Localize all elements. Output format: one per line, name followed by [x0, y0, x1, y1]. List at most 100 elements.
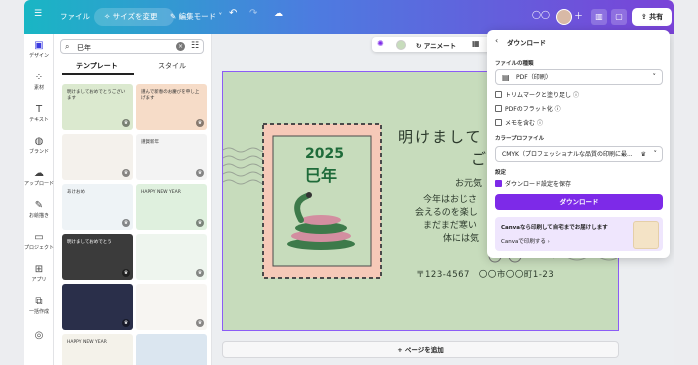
crown-icon: ♛ — [122, 169, 130, 177]
card-body-line: お元気 — [455, 179, 483, 189]
position-icon[interactable]: ▦ — [472, 39, 480, 48]
crown-icon: ♛ — [196, 269, 204, 277]
template-thumbnail[interactable]: ♛ — [62, 284, 133, 330]
redo-icon[interactable]: ↷ — [249, 8, 257, 19]
back-chevron-icon[interactable]: ‹ — [495, 36, 498, 45]
sidebar-item-elements[interactable]: ⁘ 素材 — [24, 72, 54, 91]
sidebar-item-brand[interactable]: ◍ ブランド — [24, 136, 54, 155]
sidebar-item-draw[interactable]: ✎ お絵描き — [24, 200, 54, 219]
menu-icon[interactable]: ☰ — [34, 9, 42, 19]
filter-icon[interactable]: ☷ — [191, 41, 199, 51]
checkbox-save-settings[interactable]: ダウンロード設定を保存 — [495, 179, 571, 188]
tab-templates[interactable]: テンプレート — [76, 61, 118, 71]
bg-color-swatch[interactable] — [396, 40, 406, 50]
template-thumbnail-text: HAPPY NEW YEAR — [141, 190, 181, 195]
undo-icon[interactable]: ↶ — [229, 8, 237, 19]
template-thumbnail[interactable]: ♛ — [62, 134, 133, 180]
left-sidebar: ▣ デザイン ⁘ 素材 T テキスト ◍ ブランド ☁ アップロード ✎ お絵描き ▭ プロジ… — [24, 34, 54, 365]
avatar[interactable] — [556, 9, 572, 25]
search-input[interactable]: 巳年 — [77, 43, 91, 53]
template-thumbnail[interactable]: 謹んで新春のお慶びを申し上げます ♛ — [136, 84, 207, 130]
print-promo[interactable]: Canvaなら印刷して自宅までお届けします Canvaで印刷する › — [495, 217, 663, 251]
template-thumbnail-text: 謹んで新春のお慶びを申し上げます — [141, 90, 200, 101]
template-thumbnail-text: 明けましておめでとうございます — [67, 90, 126, 101]
sidebar-item-design[interactable]: ▣ デザイン — [24, 40, 54, 59]
info-icon[interactable]: ⓘ — [573, 92, 579, 99]
elements-icon: ⁘ — [34, 72, 44, 83]
canva-editor: ☰ ファイル ✧ サイズを変更 ✎ 編集モード ˅ ↶ ↷ ☁ ◯◯ ＋ ▥ ▢… — [24, 0, 674, 365]
template-thumbnail[interactable]: あけおめ ♛ — [62, 184, 133, 230]
template-thumbnail[interactable]: 謹賀新年 ♛ — [136, 134, 207, 180]
sidebar-item-bulk-create[interactable]: ⧉ 一括作成 — [24, 296, 54, 315]
checkbox-flatten-pdf[interactable]: PDFのフラット化 ⓘ — [495, 104, 561, 113]
comment-icon[interactable]: ▢ — [611, 9, 627, 25]
file-type-label: ファイルの種類 — [495, 61, 534, 67]
share-button[interactable]: ⇪ 共有 — [632, 8, 672, 26]
tote-bag-image — [633, 221, 659, 249]
option-label: PDFのフラット化 — [505, 106, 553, 113]
edit-mode-dropdown[interactable]: ✎ 編集モード ˅ — [170, 11, 222, 22]
template-thumbnail[interactable]: ♛ — [136, 234, 207, 280]
template-thumbnail-text: HAPPY NEW YEAR — [67, 340, 107, 345]
projects-icon: ▭ — [34, 232, 44, 243]
sidebar-item-label: テキスト — [29, 117, 49, 123]
analytics-icon[interactable]: ▥ — [591, 9, 607, 25]
sidebar-item-label: アップロード — [24, 181, 55, 187]
template-thumbnail[interactable]: ♛ — [136, 284, 207, 330]
file-type-select[interactable]: ▤ PDF（印刷） ˅ — [495, 69, 663, 85]
download-panel: ‹ ダウンロード ファイルの種類 ▤ PDF（印刷） ˅ トリムマークと塗り足し… — [487, 30, 670, 258]
template-thumbnail[interactable]: HAPPY NEW YEAR ♛ — [136, 184, 207, 230]
checkbox-include-notes[interactable]: メモを含む ⓘ — [495, 118, 543, 127]
sidebar-item-more[interactable]: ◎ — [24, 330, 54, 342]
template-thumbnail[interactable]: HAPPY NEW YEAR♛ — [62, 334, 133, 365]
sidebar-item-label: アプリ — [31, 277, 47, 283]
clear-search-icon[interactable]: × — [176, 42, 185, 51]
checkbox[interactable] — [495, 105, 502, 112]
info-icon[interactable]: ⓘ — [537, 120, 543, 127]
template-thumbnail[interactable]: 明けましておめでとう ♛ — [62, 234, 133, 280]
color-profile-select[interactable]: CMYK（プロフェッショナルな品質の印刷に最... ♛ ˅ — [495, 146, 663, 162]
cloud-save-icon[interactable]: ☁ — [274, 9, 283, 19]
add-page-button[interactable]: + ページを追加 — [222, 341, 619, 358]
checkbox[interactable] — [495, 119, 502, 126]
magic-edit-icon[interactable]: ✺ — [377, 39, 384, 48]
card-body-line: 体には気 — [443, 234, 480, 244]
sidebar-item-upload[interactable]: ☁ アップロード — [24, 168, 54, 187]
promo-link[interactable]: Canvaで印刷する › — [501, 237, 550, 245]
design-icon: ▣ — [34, 40, 44, 51]
file-menu[interactable]: ファイル — [60, 11, 90, 22]
checkbox-checked[interactable] — [495, 180, 502, 187]
sidebar-item-apps[interactable]: ⊞ アプリ — [24, 264, 54, 283]
color-profile-label: カラープロファイル — [495, 136, 545, 142]
template-search[interactable]: ⌕ 巳年 × ☷ — [60, 39, 204, 54]
animate-button[interactable]: ↻ アニメート — [416, 40, 456, 50]
card-body-line: 会えるのを楽し — [415, 208, 478, 218]
add-collaborator-icon[interactable]: ＋ — [574, 9, 583, 22]
collaboration-icon[interactable]: ◯◯ — [532, 10, 550, 19]
sidebar-item-label: ブランド — [28, 149, 49, 155]
tab-styles[interactable]: スタイル — [158, 61, 186, 71]
sidebar-item-text[interactable]: T テキスト — [24, 104, 54, 123]
sidebar-item-label: 素材 — [33, 85, 44, 91]
top-toolbar: ☰ ファイル ✧ サイズを変更 ✎ 編集モード ˅ ↶ ↷ ☁ ◯◯ ＋ ▥ ▢… — [24, 0, 674, 34]
sidebar-item-projects[interactable]: ▭ プロジェクト — [24, 232, 54, 251]
checkbox-trim-marks[interactable]: トリムマークと塗り足し ⓘ — [495, 90, 579, 99]
share-label: 共有 — [649, 13, 664, 21]
download-button[interactable]: ダウンロード — [495, 194, 663, 210]
resize-label[interactable]: ✧ サイズを変更 — [104, 11, 157, 22]
crown-icon: ♛ — [196, 219, 204, 227]
template-thumbnail[interactable]: 明けましておめでとうございます ♛ — [62, 84, 133, 130]
download-panel-title: ダウンロード — [507, 39, 546, 47]
brand-icon: ◍ — [34, 136, 44, 147]
crown-icon: ♛ — [196, 319, 204, 327]
option-label: トリムマークと塗り足し — [505, 92, 572, 99]
file-type-value: PDF（印刷） — [516, 74, 552, 81]
pencil-icon: ✎ — [170, 12, 179, 21]
checkbox[interactable] — [495, 91, 502, 98]
option-label: ダウンロード設定を保存 — [505, 181, 572, 188]
crown-icon: ♛ — [122, 319, 130, 327]
template-thumbnail-text: あけおめ — [67, 190, 85, 195]
template-thumbnail-text: 謹賀新年 — [141, 140, 159, 145]
template-thumbnail[interactable]: ♛ — [136, 334, 207, 365]
info-icon[interactable]: ⓘ — [555, 106, 561, 113]
